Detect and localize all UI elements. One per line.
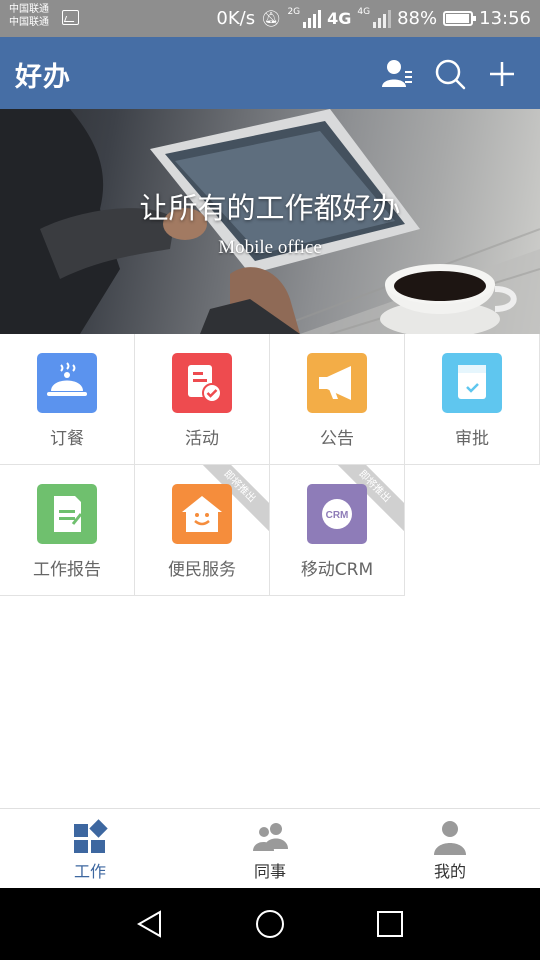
silent-icon: 🔕︎ bbox=[261, 9, 282, 28]
system-nav-bar bbox=[0, 888, 540, 960]
work-report-icon bbox=[37, 484, 97, 544]
banner[interactable]: 让所有的工作都好办 Mobile office bbox=[0, 109, 540, 334]
carrier-2: 中国联通 bbox=[9, 17, 49, 28]
tab-profile[interactable]: 我的 bbox=[360, 809, 540, 889]
search-icon[interactable] bbox=[433, 57, 467, 91]
app-convenience-service[interactable]: 即将推出 便民服务 bbox=[135, 465, 270, 596]
network-speed: 0K/s bbox=[216, 8, 256, 29]
add-icon[interactable] bbox=[485, 57, 519, 91]
approval-icon bbox=[442, 353, 502, 413]
back-icon[interactable] bbox=[132, 906, 168, 942]
app-label: 订餐 bbox=[50, 429, 84, 449]
banner-title: 让所有的工作都好办 bbox=[139, 191, 401, 225]
tab-work[interactable]: 工作 bbox=[0, 809, 180, 889]
clock: 13:56 bbox=[479, 8, 531, 29]
network-4g-small-label: 4G bbox=[357, 7, 371, 17]
image-notification-icon bbox=[62, 10, 79, 25]
screen: 中国联通 中国联通 0K/s 🔕︎ 2G 4G 4G 88% 13:56 好办 bbox=[0, 0, 540, 960]
network-2g-label: 2G bbox=[287, 7, 301, 17]
bottom-nav: 工作 同事 我的 bbox=[0, 808, 540, 888]
status-bar: 中国联通 中国联通 0K/s 🔕︎ 2G 4G 4G 88% 13:56 bbox=[0, 0, 540, 37]
network-4g-label: 4G bbox=[327, 9, 352, 28]
convenience-service-icon bbox=[172, 484, 232, 544]
tab-label: 工作 bbox=[73, 862, 106, 881]
app-label: 审批 bbox=[455, 429, 489, 449]
tab-label: 同事 bbox=[253, 862, 286, 881]
tab-colleagues[interactable]: 同事 bbox=[180, 809, 360, 889]
carrier-info: 中国联通 中国联通 bbox=[9, 3, 49, 29]
app-activity[interactable]: 活动 bbox=[135, 334, 270, 465]
battery-icon bbox=[443, 11, 477, 26]
carrier-1: 中国联通 bbox=[9, 4, 49, 15]
app-crm[interactable]: 即将推出 CRM 移动CRM bbox=[270, 465, 405, 596]
activity-icon bbox=[172, 353, 232, 413]
recents-icon[interactable] bbox=[372, 906, 408, 942]
status-right: 0K/s 🔕︎ 2G 4G 4G 88% 13:56 bbox=[216, 0, 531, 37]
tab-label: 我的 bbox=[433, 862, 466, 881]
battery-percent: 88% bbox=[397, 8, 438, 29]
app-label: 活动 bbox=[185, 429, 219, 449]
profile-icon bbox=[434, 821, 466, 855]
app-grid: 订餐 活动 公告 审批 工作报告 即将推出 便民服务 即将推出 CRM 移动CR… bbox=[0, 334, 540, 596]
announcement-icon bbox=[307, 353, 367, 413]
app-work-report[interactable]: 工作报告 bbox=[0, 465, 135, 596]
app-announcement[interactable]: 公告 bbox=[270, 334, 405, 465]
app-meal[interactable]: 订餐 bbox=[0, 334, 135, 465]
work-icon bbox=[74, 819, 108, 853]
banner-subtitle: Mobile office bbox=[218, 237, 322, 258]
colleagues-icon bbox=[253, 823, 288, 851]
meal-icon bbox=[37, 353, 97, 413]
app-label: 便民服务 bbox=[168, 560, 236, 580]
app-header: 好办 bbox=[0, 37, 540, 109]
app-label: 移动CRM bbox=[300, 560, 374, 580]
app-title: 好办 bbox=[15, 62, 71, 93]
home-icon[interactable] bbox=[252, 906, 288, 942]
contacts-icon[interactable] bbox=[380, 57, 414, 91]
signal-icon bbox=[303, 9, 322, 28]
crm-icon: CRM bbox=[307, 484, 367, 544]
app-label: 公告 bbox=[320, 429, 354, 449]
crm-icon-text: CRM bbox=[326, 510, 349, 521]
app-label: 工作报告 bbox=[33, 560, 101, 580]
signal-2-icon bbox=[373, 9, 392, 28]
app-approval[interactable]: 审批 bbox=[405, 334, 540, 465]
